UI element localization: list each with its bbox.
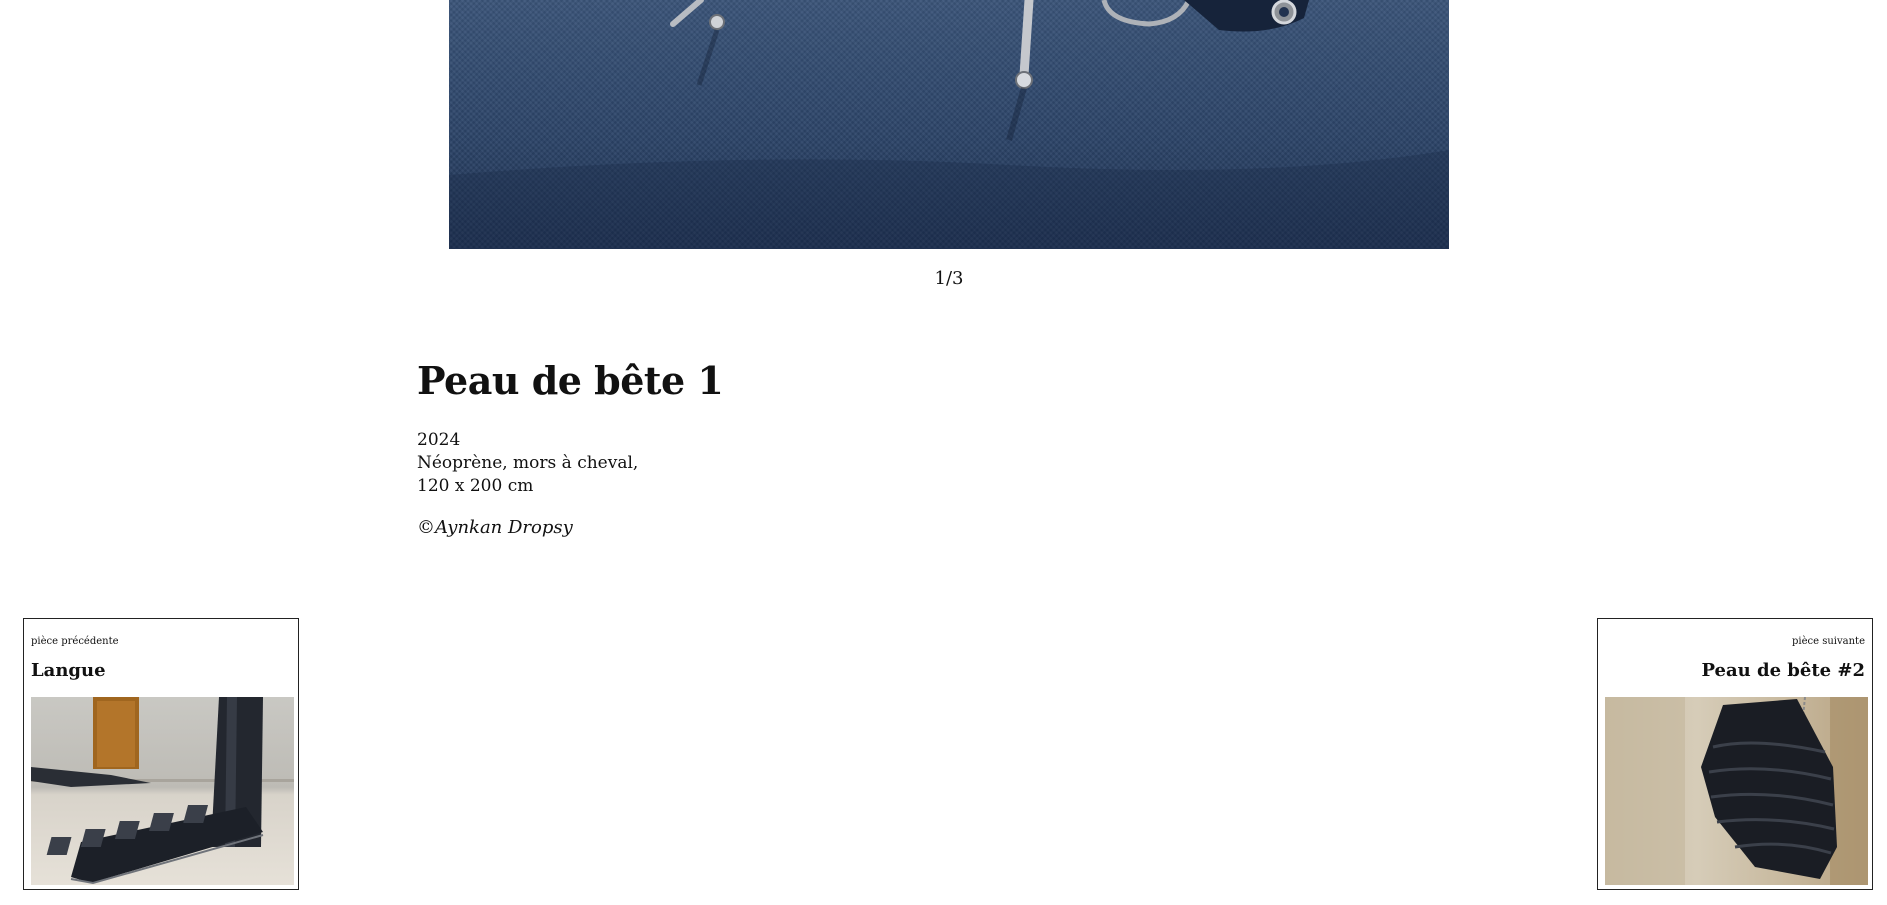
photo-credit: ©Aynkan Dropsy — [417, 517, 573, 538]
next-piece-card[interactable]: pièce suivante Peau de bête #2 — [1597, 618, 1873, 890]
previous-piece-kicker: pièce précédente — [31, 636, 119, 647]
peau-de-bete-2-photo — [1605, 697, 1868, 885]
next-piece-title: Peau de bête #2 — [1701, 660, 1865, 681]
previous-piece-title: Langue — [31, 660, 106, 681]
artwork-dimensions: 120 x 200 cm — [417, 476, 534, 496]
next-piece-thumbnail — [1605, 697, 1868, 885]
langue-photo — [31, 697, 294, 885]
slide-counter: 1/3 — [934, 268, 964, 289]
previous-piece-thumbnail — [31, 697, 294, 885]
previous-piece-card[interactable]: pièce précédente Langue — [23, 618, 299, 890]
artwork-image[interactable] — [449, 0, 1449, 249]
artwork-info: Peau de bête 1 2024 Néoprène, mors à che… — [417, 358, 1117, 538]
artwork-title: Peau de bête 1 — [417, 358, 724, 403]
next-piece-kicker: pièce suivante — [1792, 636, 1865, 647]
artwork-page: 1/3 Peau de bête 1 2024 Néoprène, mors à… — [0, 0, 1887, 905]
artwork-meta: 2024 Néoprène, mors à cheval, 120 x 200 … — [417, 429, 1117, 498]
artwork-photo — [449, 0, 1449, 249]
artwork-year: 2024 — [417, 430, 461, 450]
artwork-materials: Néoprène, mors à cheval, — [417, 453, 639, 473]
